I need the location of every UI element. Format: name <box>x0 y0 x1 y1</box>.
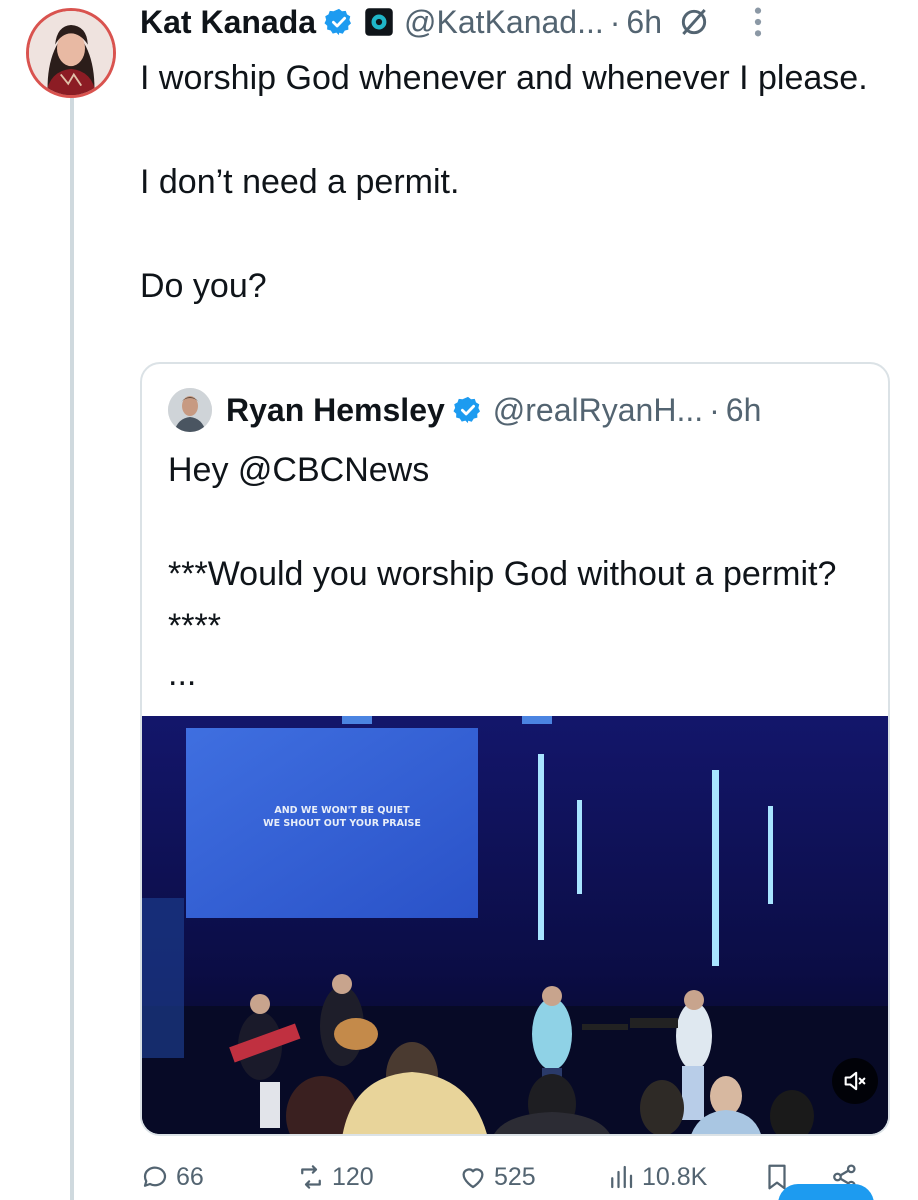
tweet-header: Kat Kanada @KatKanad... · 6h <box>140 2 900 42</box>
light-bar <box>768 806 773 904</box>
reply-count: 66 <box>176 1162 204 1191</box>
video-player[interactable]: AND WE WON'T BE QUIET WE SHOUT OUT YOUR … <box>142 716 888 1134</box>
lyrics-line: WE SHOUT OUT YOUR PRAISE <box>263 818 421 829</box>
views-count: 10.8K <box>642 1162 708 1191</box>
quoted-author-name: Ryan Hemsley <box>226 391 445 428</box>
tweet-paragraph: Do you? <box>140 267 267 305</box>
author-handle[interactable]: @KatKanad... <box>404 4 604 41</box>
light-bar <box>538 754 544 940</box>
paragraph-spacer <box>140 104 880 156</box>
separator-dot: · <box>709 391 720 428</box>
quoted-author-handle: @realRyanH... <box>492 391 704 428</box>
paragraph-spacer <box>168 496 868 548</box>
separator-dot: · <box>609 3 621 40</box>
quoted-timestamp: 6h <box>725 391 762 428</box>
repost-button[interactable]: 120 <box>296 1162 374 1192</box>
tweet-text: I worship God whenever and whenever I pl… <box>140 52 880 312</box>
repost-count: 120 <box>332 1162 374 1191</box>
tweet-paragraph: I worship God whenever and whenever I pl… <box>140 59 868 97</box>
like-count: 525 <box>494 1162 536 1191</box>
lyrics-line: AND WE WON'T BE QUIET <box>274 805 410 816</box>
reply-icon <box>143 1166 167 1187</box>
quoted-tweet-card[interactable]: Ryan Hemsley @realRyanH... · 6h Hey @CBC… <box>140 362 890 1136</box>
views-button[interactable]: 10.8K <box>606 1162 707 1192</box>
quoted-avatar <box>168 388 212 432</box>
views-icon <box>611 1165 633 1189</box>
avatar-image <box>29 11 113 95</box>
verified-badge-icon <box>453 396 480 424</box>
like-icon <box>462 1168 484 1189</box>
quoted-paragraph: ***Would you worship God without a permi… <box>168 555 837 645</box>
thread-line <box>70 96 74 1200</box>
verified-badge-icon <box>324 8 352 36</box>
mute-icon <box>844 1071 866 1091</box>
author-name[interactable]: Kat Kanada <box>140 4 316 41</box>
quoted-ellipsis: ... <box>168 655 197 693</box>
timestamp[interactable]: 6h <box>626 4 662 41</box>
quoted-avatar-image <box>168 388 212 432</box>
reply-button[interactable]: 66 <box>140 1162 204 1192</box>
grok-icon[interactable] <box>678 6 710 38</box>
compose-fab-button[interactable] <box>778 1184 874 1200</box>
quoted-paragraph: Hey @CBCNews <box>168 451 430 489</box>
action-bar: 66 120 525 10.8K <box>140 1158 880 1200</box>
like-button[interactable]: 525 <box>458 1162 536 1192</box>
avatar[interactable] <box>26 8 116 98</box>
mute-button[interactable] <box>832 1058 878 1104</box>
projected-lyrics: AND WE WON'T BE QUIET WE SHOUT OUT YOUR … <box>247 804 437 830</box>
light-bar <box>577 800 582 894</box>
tweet-paragraph: I don’t need a permit. <box>140 163 460 201</box>
more-icon[interactable] <box>750 5 766 39</box>
video-frame <box>142 716 888 1134</box>
light-bar <box>712 770 719 966</box>
paragraph-spacer <box>140 208 880 260</box>
repost-icon <box>301 1165 321 1189</box>
quoted-tweet-header: Ryan Hemsley @realRyanH... · 6h <box>168 388 761 432</box>
affiliate-badge-icon[interactable] <box>364 7 394 37</box>
quoted-tweet-text: Hey @CBCNews ***Would you worship God wi… <box>168 444 868 696</box>
